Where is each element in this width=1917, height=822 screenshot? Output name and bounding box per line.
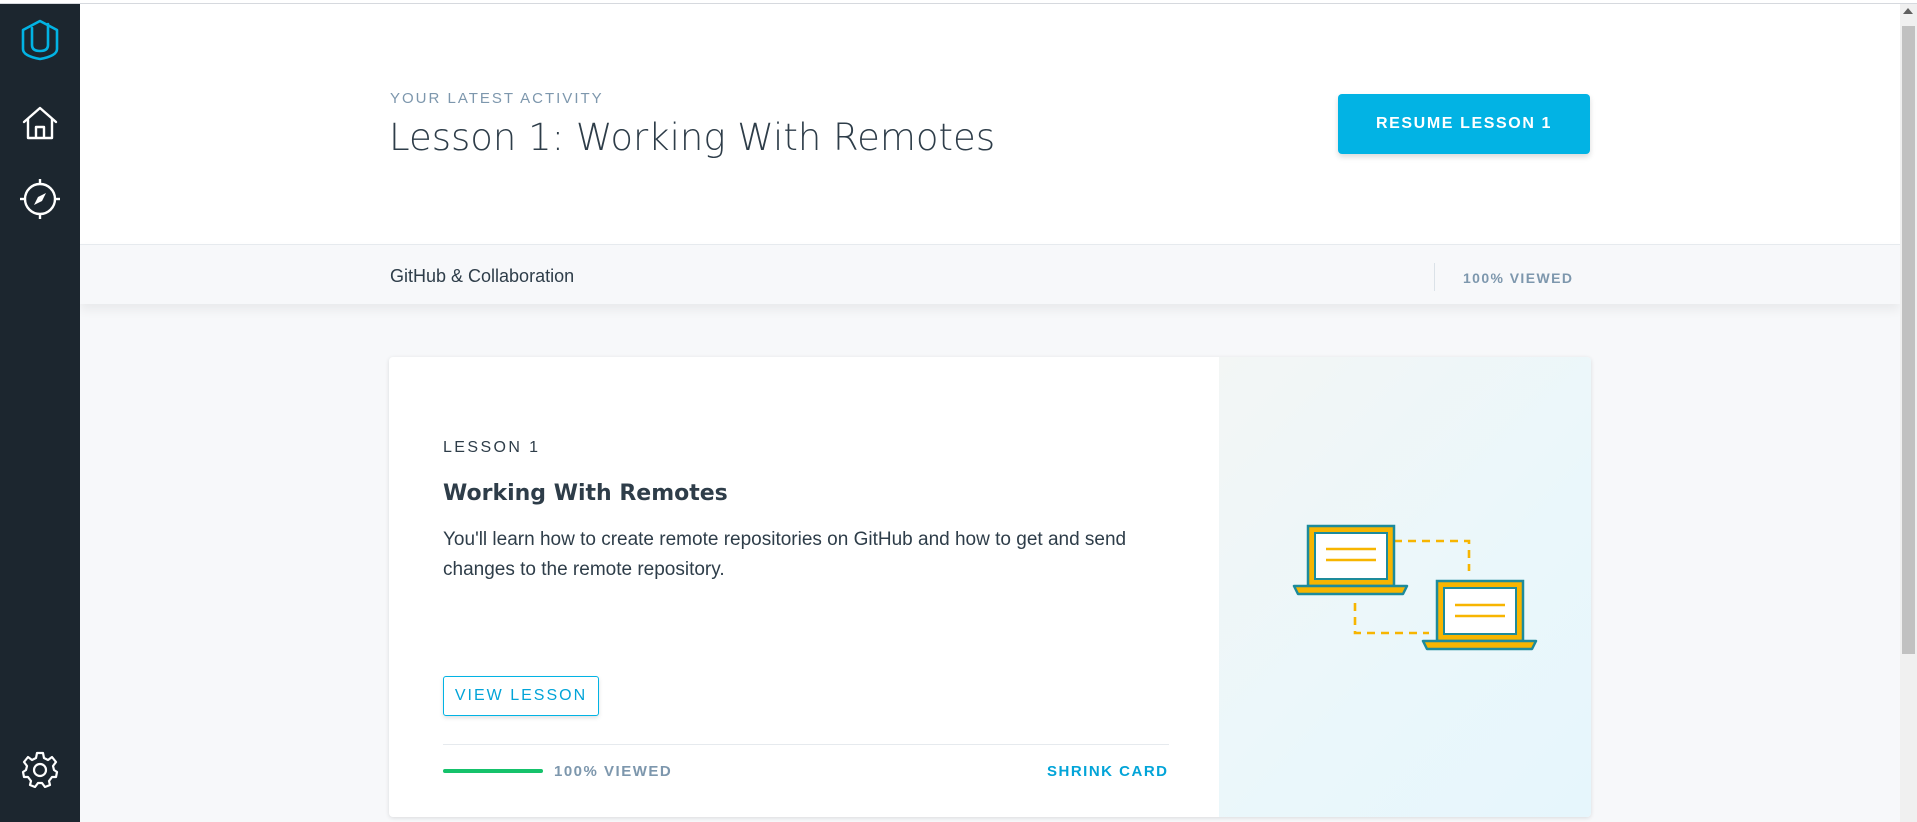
gear-icon[interactable] bbox=[16, 745, 64, 793]
lesson-progress-fill bbox=[443, 769, 543, 773]
home-icon[interactable] bbox=[16, 99, 64, 147]
course-progress-bar: GitHub & Collaboration 100% VIEWED bbox=[80, 244, 1900, 304]
view-lesson-button[interactable]: VIEW LESSON bbox=[443, 676, 599, 716]
main-content: YOUR LATEST ACTIVITY Lesson 1: Working W… bbox=[80, 4, 1900, 822]
latest-activity-header: YOUR LATEST ACTIVITY Lesson 1: Working W… bbox=[80, 4, 1900, 244]
lesson-viewed-text: 100% VIEWED bbox=[554, 763, 673, 780]
lesson-number-label: LESSON 1 bbox=[443, 439, 541, 456]
scroll-up-arrow-icon[interactable] bbox=[1903, 8, 1913, 14]
two-laptops-sync-icon bbox=[1292, 524, 1538, 651]
lesson-card: LESSON 1 Working With Remotes You'll lea… bbox=[389, 357, 1591, 817]
window-top-border bbox=[0, 0, 1917, 4]
scrollbar-thumb[interactable] bbox=[1902, 26, 1915, 654]
latest-activity-kicker: YOUR LATEST ACTIVITY bbox=[390, 90, 604, 107]
course-name[interactable]: GitHub & Collaboration bbox=[390, 266, 574, 287]
lesson-progress-bar bbox=[443, 769, 543, 773]
vertical-scrollbar[interactable] bbox=[1900, 4, 1917, 822]
card-divider bbox=[443, 744, 1169, 745]
udacity-logo-icon[interactable] bbox=[16, 16, 64, 64]
resume-lesson-button[interactable]: RESUME LESSON 1 bbox=[1338, 94, 1590, 154]
shrink-card-link[interactable]: SHRINK CARD bbox=[1047, 763, 1169, 780]
course-progress-text: 100% VIEWED bbox=[1463, 270, 1574, 286]
latest-lesson-title: Lesson 1: Working With Remotes bbox=[389, 116, 996, 159]
lesson-description: You'll learn how to create remote reposi… bbox=[443, 529, 1127, 580]
lesson-card-body: LESSON 1 Working With Remotes You'll lea… bbox=[389, 357, 1219, 817]
lesson-illustration-panel bbox=[1219, 357, 1591, 817]
lesson-title: Working With Remotes bbox=[443, 481, 728, 506]
course-bar-divider bbox=[1434, 263, 1435, 291]
compass-icon[interactable] bbox=[16, 175, 64, 223]
sidebar bbox=[0, 4, 80, 822]
